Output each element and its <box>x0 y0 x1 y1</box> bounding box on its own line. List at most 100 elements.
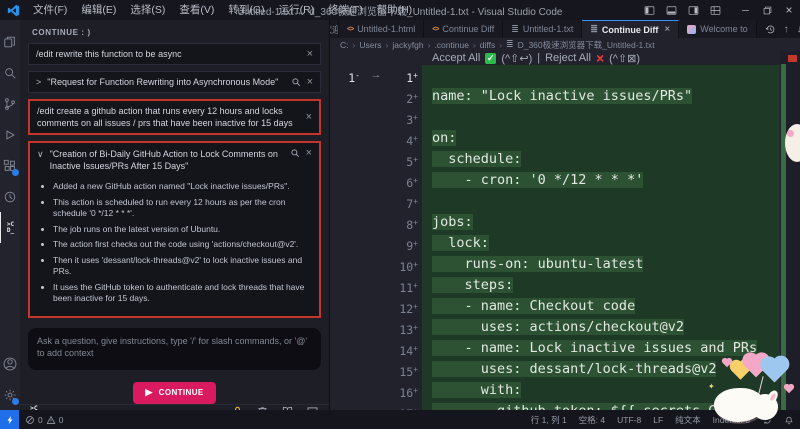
history-item[interactable]: /edit rewrite this function to be async … <box>28 43 321 65</box>
bullet-item: The job runs on the latest version of Ub… <box>53 224 310 236</box>
extensions-icon[interactable] <box>0 150 20 181</box>
code-line[interactable]: 17+ github-token: ${{ secrets.GITHUB <box>330 401 800 410</box>
tab-untitled-html[interactable]: <>Untitled-1.html <box>339 20 424 38</box>
toggle-secondary-sidebar-icon[interactable] <box>682 0 704 20</box>
session-title-row[interactable]: > "Request for Function Rewriting into A… <box>28 71 321 93</box>
prompt-box[interactable]: /edit create a github action that runs e… <box>28 99 321 135</box>
breadcrumb-item[interactable]: .continue <box>434 40 469 50</box>
breadcrumb-item[interactable]: jackyfgh <box>392 40 423 50</box>
continue-sidebar: CONTINUE : ) /edit rewrite this function… <box>20 20 330 410</box>
search-icon[interactable] <box>0 57 20 88</box>
menu-file[interactable]: 文件(F) <box>26 0 74 20</box>
restore-button[interactable] <box>756 0 778 20</box>
deleted-line-marker <box>788 55 797 62</box>
reject-shortcut: (^⇧⊠) <box>609 52 640 65</box>
breadcrumb-item[interactable]: diffs <box>480 40 495 50</box>
code-line[interactable]: 8+jobs: <box>330 212 800 233</box>
customize-layout-icon[interactable] <box>704 0 726 20</box>
txt-file-icon: ≣ <box>511 24 519 35</box>
breadcrumb-filename[interactable]: D_360极速浏览器下载_Untitled-1.txt <box>518 39 655 51</box>
diff-editor: Accept All ✓ (^⇧↩) | Reject All × (^⇧⊠) … <box>330 51 800 410</box>
close-icon[interactable]: × <box>307 49 313 59</box>
line-number: 11+ <box>388 275 422 296</box>
line-number: 7+ <box>388 191 422 212</box>
indents-counter[interactable]: Indents: 0 <box>707 415 756 425</box>
txt-file-icon: ≣ <box>506 39 514 50</box>
tab-welcome-to[interactable]: Welcome to <box>679 20 756 38</box>
chevron-down-icon[interactable]: ∨ <box>37 148 44 160</box>
added-lines-marker <box>781 64 786 410</box>
breadcrumb-item[interactable]: C: <box>340 40 349 50</box>
sync-icon[interactable] <box>756 415 778 425</box>
code-line[interactable]: 12+ - name: Checkout code <box>330 296 800 317</box>
code-line[interactable]: 9+ lock: <box>330 233 800 254</box>
close-icon[interactable]: × <box>306 148 312 158</box>
code-line[interactable]: 3+ <box>330 107 800 128</box>
close-button[interactable]: × <box>778 0 800 20</box>
run-debug-icon[interactable] <box>0 119 20 150</box>
toggle-panel-icon[interactable] <box>660 0 682 20</box>
toggle-sidebar-icon[interactable] <box>638 0 660 20</box>
language-mode[interactable]: 纯文本 <box>669 414 707 426</box>
accept-all-link[interactable]: Accept All <box>432 52 480 64</box>
tab-welcome-cn[interactable]: 欢迎 <box>330 20 339 38</box>
minimize-button[interactable] <box>734 0 756 20</box>
line-number: 14+ <box>388 338 422 359</box>
line-number: 16+ <box>388 380 422 401</box>
search-icon[interactable] <box>291 77 301 87</box>
diff-arrow-icon: → <box>364 65 388 86</box>
chevron-right-icon[interactable]: > <box>36 76 41 88</box>
code-line[interactable]: 11+ steps: <box>330 275 800 296</box>
source-control-icon[interactable] <box>0 88 20 119</box>
continue-button[interactable]: ▶ CONTINUE <box>133 382 215 404</box>
reject-all-link[interactable]: Reject All <box>545 52 591 64</box>
code-line[interactable]: 13+ uses: actions/checkout@v2 <box>330 317 800 338</box>
diff-codelens: Accept All ✓ (^⇧↩) | Reject All × (^⇧⊠) <box>432 51 800 65</box>
result-title-text: "Creation of Bi-Daily GitHub Action to L… <box>50 148 284 172</box>
code-line[interactable]: 5+ schedule: <box>330 149 800 170</box>
code-line[interactable]: 15+ uses: dessant/lock-threads@v2 <box>330 359 800 380</box>
cursor-position[interactable]: 行 1, 列 1 <box>525 414 573 426</box>
code-line[interactable]: 14+ - name: Lock inactive issues and PRs <box>330 338 800 359</box>
bullet-item: Then it uses 'dessant/lock-threads@v2' t… <box>53 255 310 278</box>
bullet-item: It uses the GitHub token to authenticate… <box>53 282 310 305</box>
overview-ruler[interactable] <box>780 51 800 410</box>
code-line[interactable]: 6+ - cron: '0 */12 * * *' <box>330 170 800 191</box>
eol-setting[interactable]: LF <box>647 415 669 425</box>
search-icon[interactable] <box>290 148 300 158</box>
explorer-icon[interactable] <box>0 26 20 57</box>
result-header[interactable]: ∨ "Creation of Bi-Daily GitHub Action to… <box>37 148 312 172</box>
settings-gear-icon[interactable] <box>0 379 20 410</box>
problems-status[interactable]: 0 0 <box>19 415 69 425</box>
timeline-clock-icon[interactable] <box>0 181 20 212</box>
line-number: 12+ <box>388 296 422 317</box>
code-line[interactable]: 1- → 1+ <box>330 65 800 86</box>
previous-change-icon[interactable]: ↑ <box>784 24 789 35</box>
tab-continue-diff-active[interactable]: ≣Continue Diff× <box>582 20 679 38</box>
bell-icon[interactable] <box>778 415 800 425</box>
prompt-input[interactable]: Ask a question, give instructions, type … <box>28 328 321 370</box>
menu-view[interactable]: 查看(V) <box>172 0 221 20</box>
close-icon[interactable]: × <box>664 24 670 35</box>
line-number: 8+ <box>388 212 422 233</box>
accounts-icon[interactable] <box>0 348 20 379</box>
next-change-icon[interactable]: ↓ <box>797 24 800 35</box>
menu-selection[interactable]: 选择(S) <box>123 0 172 20</box>
menu-edit[interactable]: 编辑(E) <box>74 0 123 20</box>
indentation-setting[interactable]: 空格: 4 <box>573 414 611 426</box>
tab-continue-diff-1[interactable]: <>Continue Diff <box>424 20 503 38</box>
continue-extension-icon[interactable]: >CD_ <box>0 212 20 243</box>
code-line[interactable]: 16+ with: <box>330 380 800 401</box>
code-line[interactable]: 2+name: "Lock inactive issues/PRs" <box>330 86 800 107</box>
breadcrumb-item[interactable]: Users <box>359 40 381 50</box>
remote-indicator[interactable] <box>0 410 19 429</box>
tab-untitled-txt[interactable]: ≣Untitled-1.txt <box>503 20 582 38</box>
encoding-setting[interactable]: UTF-8 <box>611 415 647 425</box>
accept-shortcut: (^⇧↩) <box>501 52 532 65</box>
code-line[interactable]: 10+ runs-on: ubuntu-latest <box>330 254 800 275</box>
code-line[interactable]: 4+on: <box>330 128 800 149</box>
close-icon[interactable]: × <box>306 112 312 122</box>
code-line[interactable]: 7+ <box>330 191 800 212</box>
close-icon[interactable]: × <box>307 77 313 87</box>
timeline-history-icon[interactable] <box>765 24 776 35</box>
